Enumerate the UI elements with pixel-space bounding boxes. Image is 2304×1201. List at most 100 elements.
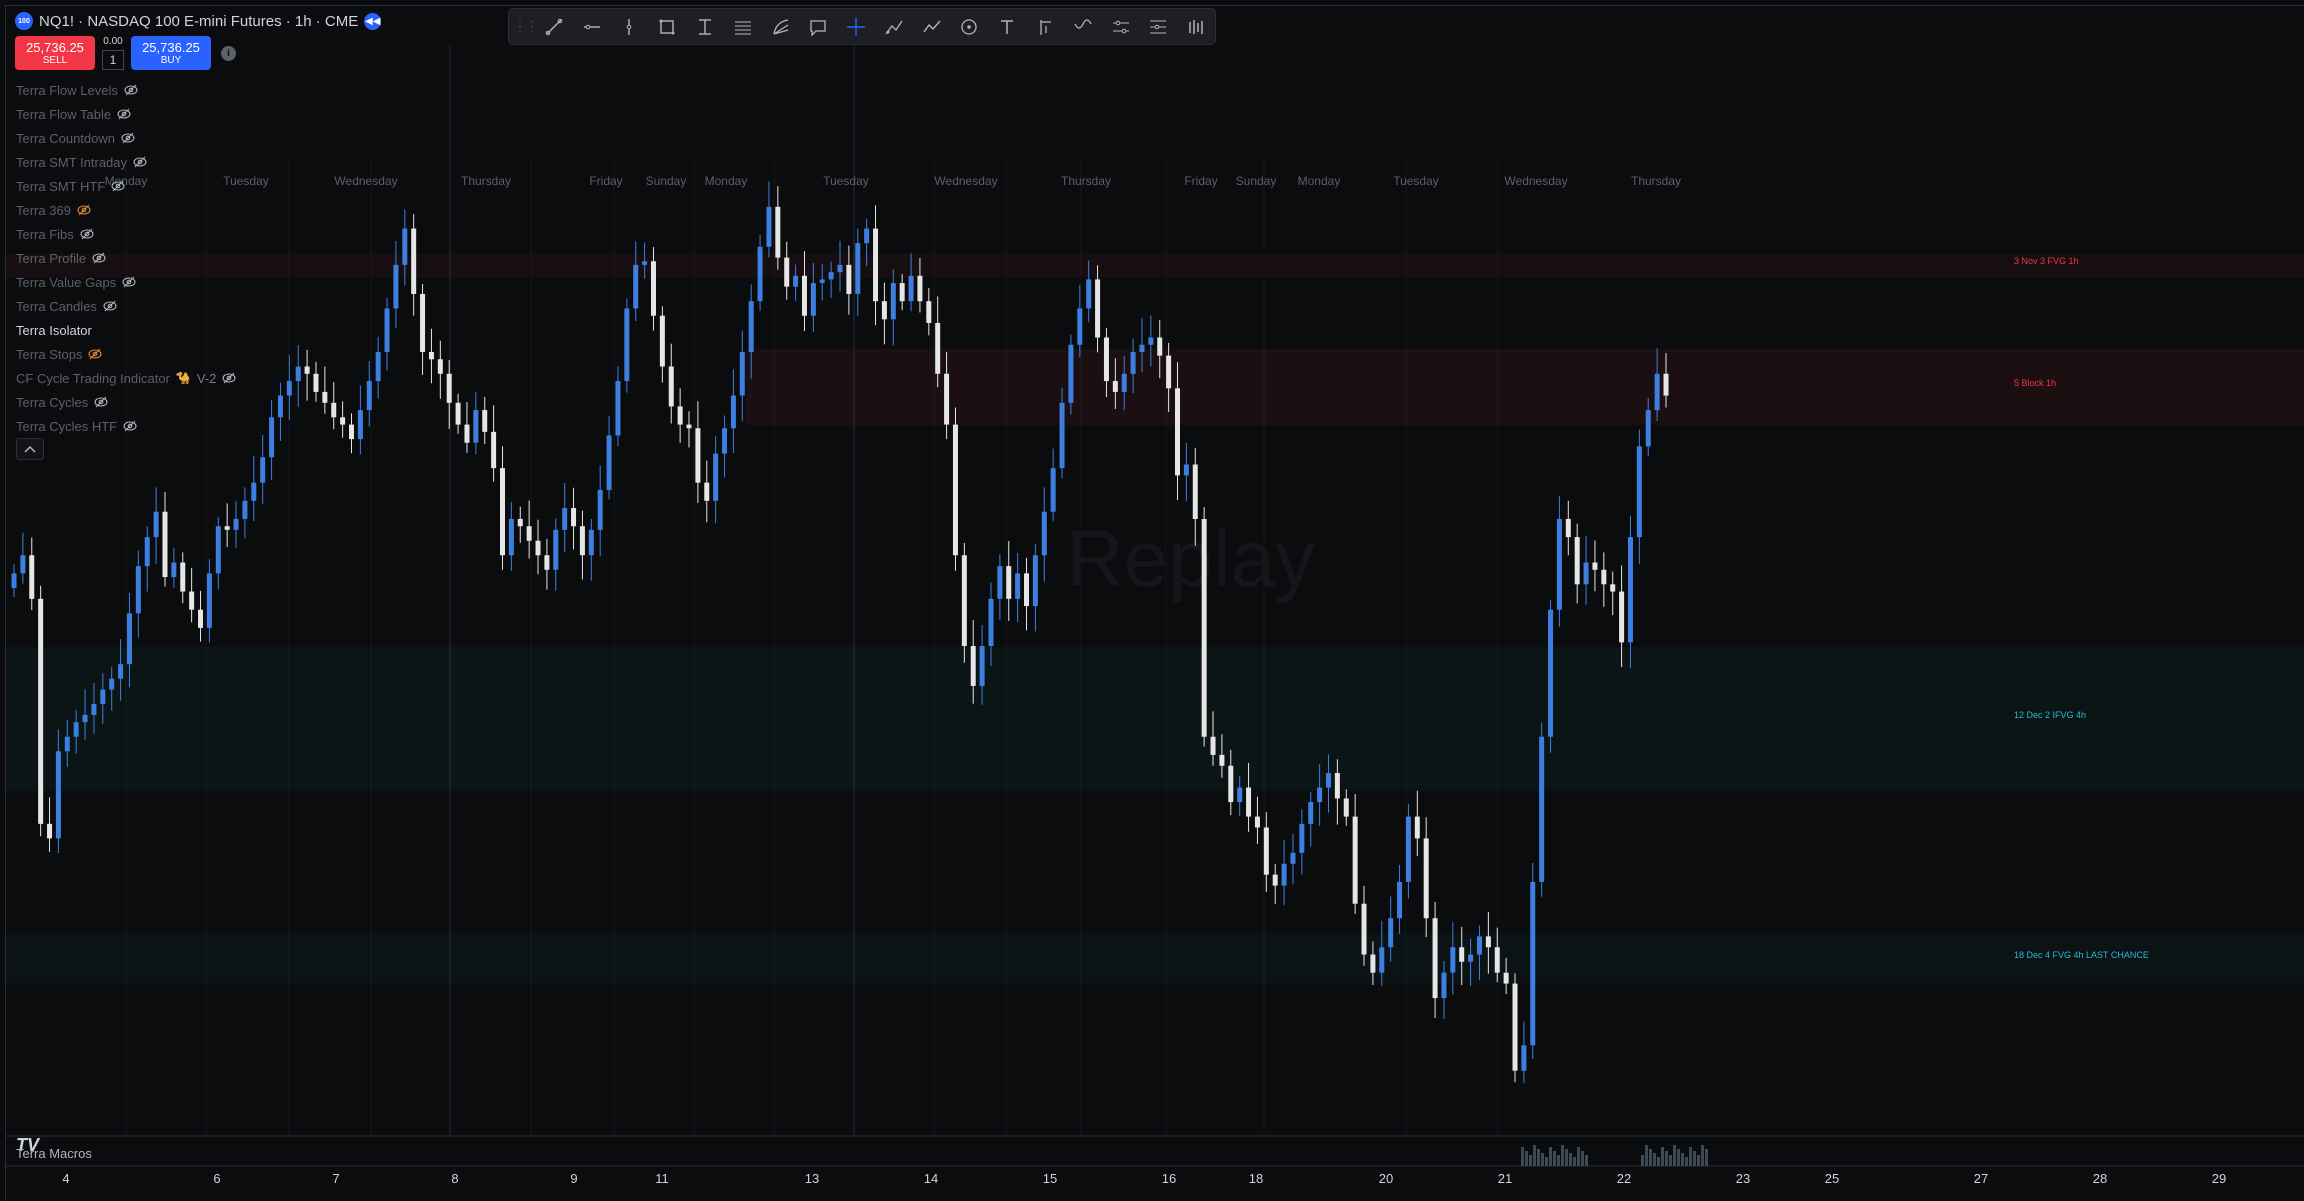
candle-body[interactable] — [55, 751, 61, 839]
candle-body[interactable] — [349, 424, 355, 440]
candle-body[interactable] — [766, 206, 772, 247]
candle-body[interactable] — [748, 301, 754, 352]
candle-body[interactable] — [1574, 537, 1580, 585]
indicator-item[interactable]: Terra Isolator — [16, 318, 236, 342]
candle-body[interactable] — [864, 228, 870, 244]
candle-body[interactable] — [642, 261, 648, 265]
rectangle-icon[interactable] — [648, 8, 686, 45]
indicator-item[interactable]: Terra Cycles HTF — [16, 414, 236, 438]
candle-body[interactable] — [1645, 410, 1651, 447]
candle-body[interactable] — [801, 275, 807, 316]
eye-hidden-icon[interactable] — [133, 155, 147, 169]
indicator-item[interactable]: Terra SMT HTF — [16, 174, 236, 198]
candle-body[interactable] — [269, 417, 275, 458]
candle-body[interactable] — [224, 526, 230, 530]
candle-body[interactable] — [944, 373, 950, 425]
candle-body[interactable] — [810, 283, 816, 316]
eye-hidden-icon[interactable] — [122, 275, 136, 289]
candle-body[interactable] — [153, 511, 159, 538]
candle-body[interactable] — [659, 315, 665, 367]
candle-body[interactable] — [952, 424, 958, 556]
candle-body[interactable] — [47, 823, 53, 839]
candle-body[interactable] — [366, 381, 372, 411]
candle-body[interactable] — [135, 566, 141, 614]
candle-body[interactable] — [1103, 337, 1109, 382]
candle-body[interactable] — [615, 381, 621, 436]
price-range-icon[interactable] — [686, 8, 724, 45]
candle-body[interactable] — [757, 246, 763, 302]
quantity-input[interactable]: 1 — [102, 50, 124, 70]
candle-body[interactable] — [1192, 464, 1198, 519]
candle-body[interactable] — [1210, 736, 1216, 755]
candle-body[interactable] — [1654, 373, 1660, 411]
chart-area[interactable]: 3 Nov 3 FVG 1h 5 Block 1h 12 Dec 2 IFVG 4h… — [5, 5, 2304, 1201]
candle-body[interactable] — [1485, 936, 1491, 948]
candle-body[interactable] — [1379, 947, 1385, 973]
candle-body[interactable] — [1361, 903, 1367, 955]
candle-body[interactable] — [1006, 566, 1012, 599]
indicator-item[interactable]: Terra Flow Table — [16, 102, 236, 126]
candle-body[interactable] — [997, 566, 1003, 599]
candle-body[interactable] — [784, 257, 790, 287]
candle-body[interactable] — [1219, 754, 1225, 766]
horizontal-ray-icon[interactable] — [573, 8, 611, 45]
drag-handle-icon[interactable]: ⋮⋮ — [513, 8, 539, 45]
sell-button[interactable]: 25,736.25 SELL — [15, 36, 95, 70]
candle-body[interactable] — [1130, 352, 1136, 374]
candle-body[interactable] — [579, 526, 585, 556]
candle-body[interactable] — [899, 283, 905, 302]
candle-body[interactable] — [304, 366, 310, 374]
buy-button[interactable]: 25,736.25 BUY — [131, 36, 211, 70]
eye-hidden-icon[interactable] — [124, 83, 138, 97]
eye-hidden-icon[interactable] — [123, 419, 137, 433]
candle-body[interactable] — [1450, 947, 1456, 973]
candle-body[interactable] — [277, 395, 283, 418]
candle-body[interactable] — [633, 264, 639, 309]
candle-body[interactable] — [189, 591, 195, 610]
brush-icon[interactable] — [875, 8, 913, 45]
candle-body[interactable] — [295, 366, 301, 382]
candle-body[interactable] — [1432, 918, 1438, 999]
candle-body[interactable] — [1468, 954, 1474, 962]
candle-body[interactable] — [1476, 936, 1482, 955]
candle-body[interactable] — [118, 664, 124, 679]
indicator-item[interactable]: Terra Countdown — [16, 126, 236, 150]
candle-body[interactable] — [517, 518, 523, 527]
circle-icon[interactable] — [951, 8, 989, 45]
candle-body[interactable] — [1050, 468, 1056, 512]
candle-body[interactable] — [1317, 787, 1323, 803]
candle-body[interactable] — [1308, 802, 1314, 824]
candle-body[interactable] — [109, 678, 115, 690]
candle-body[interactable] — [650, 261, 656, 316]
pitchfork-icon[interactable] — [1026, 8, 1064, 45]
candle-body[interactable] — [455, 402, 461, 425]
candle-body[interactable] — [1148, 337, 1154, 345]
candle-body[interactable] — [437, 359, 443, 374]
candle-body[interactable] — [508, 518, 514, 556]
candle-body[interactable] — [1352, 816, 1358, 904]
candle-body[interactable] — [1334, 773, 1340, 799]
candle-body[interactable] — [428, 352, 434, 360]
chevron-up-icon[interactable] — [16, 438, 44, 460]
indicator-item[interactable]: Terra 369 — [16, 198, 236, 222]
candle-body[interactable] — [535, 540, 541, 556]
candle-body[interactable] — [402, 228, 408, 265]
indicator-item[interactable]: Terra Candles — [16, 294, 236, 318]
candle-body[interactable] — [1068, 344, 1074, 403]
candle-body[interactable] — [562, 508, 568, 530]
indicator-item[interactable]: Terra SMT Intraday — [16, 150, 236, 174]
candle-body[interactable] — [1459, 947, 1465, 962]
candle-body[interactable] — [846, 264, 852, 294]
rewind-icon[interactable]: ◀◀ — [364, 12, 382, 30]
candle-body[interactable] — [1166, 355, 1172, 389]
candle-body[interactable] — [1095, 279, 1101, 338]
candle-body[interactable] — [82, 714, 88, 723]
fib-icon[interactable] — [762, 8, 800, 45]
candle-body[interactable] — [251, 482, 257, 501]
eye-hidden-icon[interactable] — [222, 371, 236, 385]
info-icon[interactable]: i — [221, 45, 236, 61]
candle-body[interactable] — [1583, 562, 1589, 585]
indicator-item[interactable]: Terra Fibs — [16, 222, 236, 246]
candle-body[interactable] — [313, 373, 319, 392]
candle-body[interactable] — [11, 573, 17, 588]
